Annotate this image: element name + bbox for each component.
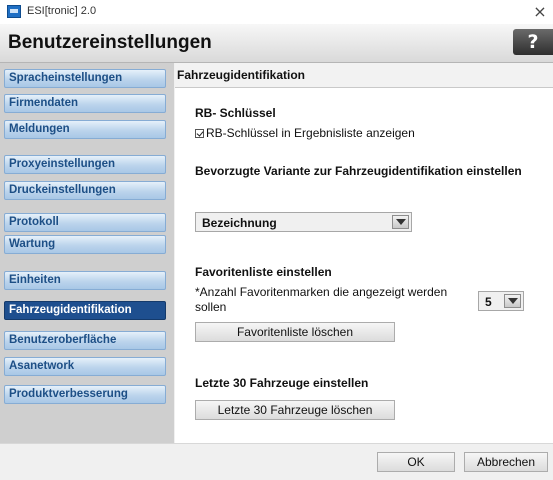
sidebar-item-proxyeinstellungen[interactable]: Proxyeinstellungen — [4, 155, 166, 174]
clear-recent-vehicles-button[interactable]: Letzte 30 Fahrzeuge löschen — [195, 400, 395, 420]
clear-favorites-button[interactable]: Favoritenliste löschen — [195, 322, 395, 342]
sidebar-item-produktverbesserung[interactable]: Produktverbesserung — [4, 385, 166, 404]
variant-heading: Bevorzugte Variante zur Fahrzeugidentifi… — [195, 164, 522, 178]
settings-panel: Fahrzeugidentifikation RB- Schlüssel RB-… — [175, 63, 553, 443]
sidebar-item-meldungen[interactable]: Meldungen — [4, 120, 166, 139]
rb-key-checkbox[interactable] — [195, 129, 204, 138]
close-icon[interactable]: × — [531, 1, 549, 23]
cancel-button[interactable]: Abbrechen — [464, 452, 548, 472]
sidebar-item-wartung[interactable]: Wartung — [4, 235, 166, 254]
variant-dropdown[interactable]: Bezeichnung — [195, 212, 412, 232]
sidebar-item-firmendaten[interactable]: Firmendaten — [4, 94, 166, 113]
favorites-count-value: 5 — [485, 295, 492, 309]
sidebar-item-druckeinstellungen[interactable]: Druckeinstellungen — [4, 181, 166, 200]
chevron-down-icon[interactable] — [392, 215, 409, 229]
section-header: Fahrzeugidentifikation — [175, 63, 553, 88]
variant-dropdown-value: Bezeichnung — [202, 216, 277, 230]
sidebar-item-benutzeroberflaeche[interactable]: Benutzeroberfläche — [4, 331, 166, 350]
rb-key-checkbox-label[interactable]: RB-Schlüssel in Ergebnisliste anzeigen — [206, 126, 415, 140]
help-button[interactable]: ? — [513, 29, 553, 55]
rb-key-heading: RB- Schlüssel — [195, 106, 276, 120]
chevron-down-icon[interactable] — [504, 294, 521, 308]
ok-button[interactable]: OK — [377, 452, 455, 472]
dialog-footer: OK Abbrechen — [0, 443, 553, 480]
sidebar-item-protokoll[interactable]: Protokoll — [4, 213, 166, 232]
window-title: ESI[tronic] 2.0 — [27, 5, 97, 17]
page-title: Benutzereinstellungen — [8, 32, 212, 53]
recent-vehicles-heading: Letzte 30 Fahrzeuge einstellen — [195, 376, 369, 390]
page-header: Benutzereinstellungen — [0, 24, 553, 63]
sidebar-item-spracheinstellungen[interactable]: Spracheinstellungen — [4, 69, 166, 88]
favorites-heading: Favoritenliste einstellen — [195, 265, 332, 279]
title-bar: ESI[tronic] 2.0 × — [0, 0, 553, 24]
sidebar-item-fahrzeugidentifikation[interactable]: Fahrzeugidentifikation — [4, 301, 166, 320]
sidebar: Spracheinstellungen Firmendaten Meldunge… — [0, 63, 174, 443]
favorites-count-label-line2: sollen — [195, 300, 227, 314]
app-icon — [7, 5, 21, 18]
favorites-count-label-line1: *Anzahl Favoritenmarken die angezeigt we… — [195, 285, 448, 299]
sidebar-item-asanetwork[interactable]: Asanetwork — [4, 357, 166, 376]
section-title: Fahrzeugidentifikation — [177, 68, 306, 82]
sidebar-item-einheiten[interactable]: Einheiten — [4, 271, 166, 290]
settings-window: ESI[tronic] 2.0 × Benutzereinstellungen … — [0, 0, 553, 480]
favorites-count-dropdown[interactable]: 5 — [478, 291, 524, 311]
